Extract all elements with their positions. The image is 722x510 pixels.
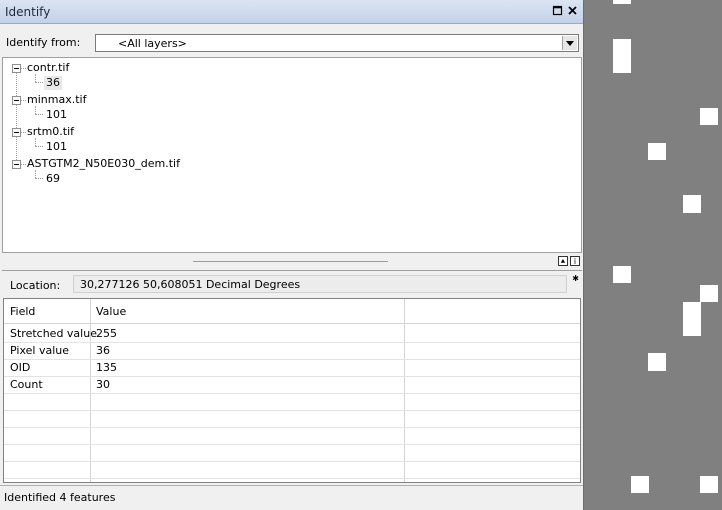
tree-connector	[21, 100, 26, 101]
table-cell-value[interactable]: 36	[90, 342, 110, 359]
tree-layer-node[interactable]: contr.tif	[27, 61, 69, 75]
row-divider	[4, 393, 580, 394]
location-field[interactable]: 30,277126 50,608051 Decimal Degrees	[73, 275, 567, 293]
splitter-grip[interactable]	[193, 261, 388, 262]
map-pixel	[700, 476, 718, 493]
column-header-field[interactable]: Field	[4, 303, 90, 320]
close-icon[interactable]	[567, 5, 579, 17]
tree-connector	[35, 82, 43, 83]
collapse-node-icon[interactable]	[12, 160, 21, 169]
map-view[interactable]	[585, 0, 722, 510]
tree-value-node[interactable]: 36	[44, 76, 62, 90]
layer-info-icon[interactable]: i	[570, 256, 580, 266]
row-divider	[4, 410, 580, 411]
collapse-node-icon[interactable]	[12, 64, 21, 73]
map-pixel	[683, 302, 701, 336]
tree-connector	[21, 132, 26, 133]
identify-from-row: Identify from: <All layers>	[0, 25, 583, 57]
tree-value-node[interactable]: 101	[46, 108, 67, 122]
map-pixel	[700, 108, 718, 125]
table-cell-field[interactable]: OID	[4, 359, 30, 376]
table-cell-field[interactable]: Stretched value	[4, 325, 97, 342]
identify-window: Identify Identify from: <All layers> con…	[0, 0, 584, 510]
window-title: Identify	[5, 5, 51, 19]
tree-value-node[interactable]: 69	[46, 172, 60, 186]
identify-from-dropdown[interactable]: <All layers>	[95, 34, 579, 52]
tree-connector	[16, 73, 17, 98]
chevron-down-icon[interactable]	[562, 36, 577, 50]
row-divider	[4, 461, 580, 462]
tree-connector	[35, 106, 36, 114]
location-options-icon[interactable]: ✱	[572, 274, 579, 283]
map-pixel	[700, 285, 718, 302]
map-pixel	[613, 39, 631, 73]
collapse-node-icon[interactable]	[12, 128, 21, 137]
tree-connector	[16, 137, 17, 162]
tree-value-node[interactable]: 101	[46, 140, 67, 154]
attribute-table[interactable]: Field Value Stretched value 255 Pixel va…	[3, 298, 581, 483]
tree-connector	[35, 170, 36, 178]
table-cell-value[interactable]: 255	[90, 325, 117, 342]
tree-layer-node[interactable]: srtm0.tif	[27, 125, 74, 139]
column-divider	[404, 299, 405, 482]
tree-connector	[21, 68, 26, 69]
table-cell-value[interactable]: 30	[90, 376, 110, 393]
status-text: Identified 4 features	[4, 491, 116, 504]
title-bar[interactable]: Identify	[0, 0, 583, 24]
tree-connector	[35, 74, 36, 82]
table-cell-field[interactable]: Pixel value	[4, 342, 69, 359]
pane-splitter[interactable]: ⯅ i	[0, 253, 583, 269]
identify-from-value: <All layers>	[118, 37, 187, 50]
row-divider	[4, 427, 580, 428]
row-divider	[4, 444, 580, 445]
table-cell-field[interactable]: Count	[4, 376, 43, 393]
tree-connector	[16, 105, 17, 130]
map-pixel	[648, 143, 666, 160]
identify-from-label: Identify from:	[6, 36, 81, 49]
tree-layer-node[interactable]: minmax.tif	[27, 93, 86, 107]
location-row: Location: 30,277126 50,608051 Decimal De…	[2, 270, 582, 296]
collapse-node-icon[interactable]	[12, 96, 21, 105]
map-pixel	[613, 0, 631, 4]
location-value: 30,277126 50,608051 Decimal Degrees	[80, 278, 301, 291]
column-header-value[interactable]: Value	[90, 303, 404, 320]
results-tree[interactable]: contr.tif 36 minmax.tif 101 srtm0.tif 10…	[2, 57, 582, 253]
tree-connector	[35, 114, 43, 115]
tree-layer-node[interactable]: ASTGTM2_N50E030_dem.tif	[27, 157, 180, 171]
tree-connector	[21, 164, 26, 165]
row-divider	[4, 478, 580, 479]
map-pixel	[613, 266, 631, 283]
tree-connector	[35, 146, 43, 147]
table-cell-value[interactable]: 135	[90, 359, 117, 376]
location-label: Location:	[10, 279, 61, 292]
collapse-tree-icon[interactable]: ⯅	[558, 256, 568, 266]
restore-window-icon[interactable]	[552, 5, 564, 17]
map-pixel	[648, 353, 666, 371]
tree-connector	[35, 138, 36, 146]
tree-connector	[35, 178, 43, 179]
map-pixel	[683, 195, 701, 213]
map-pixel	[631, 476, 649, 493]
status-bar: Identified 4 features	[0, 485, 583, 510]
